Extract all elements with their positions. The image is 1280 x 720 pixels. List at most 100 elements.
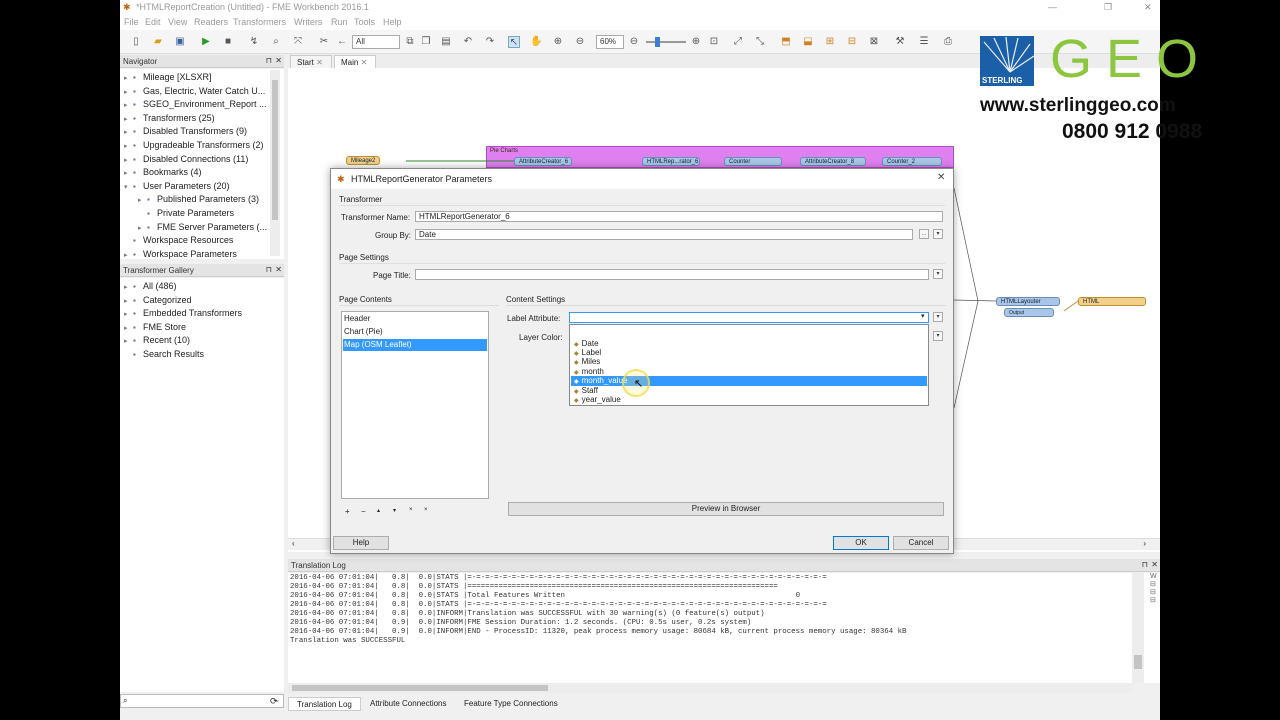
close-gallery-icon[interactable]: ✕ xyxy=(275,265,282,274)
run-icon[interactable]: ▶ xyxy=(200,36,212,48)
zoom-out-icon[interactable]: ⊖ xyxy=(574,36,586,48)
minimize-button[interactable]: — xyxy=(1048,2,1057,12)
move-up-button[interactable]: ▴ xyxy=(377,507,380,514)
dialog-close-icon[interactable]: ✕ xyxy=(937,172,945,183)
tab-attribute-connections[interactable]: Attribute Connections xyxy=(362,697,455,711)
tools-icon[interactable]: ⚒ xyxy=(894,36,906,48)
cancel-button[interactable]: Cancel xyxy=(893,536,949,550)
fit-icon[interactable]: ⊡ xyxy=(708,36,720,48)
add-item-button[interactable]: + xyxy=(345,507,350,516)
add-writer-icon[interactable]: ⬓ xyxy=(802,36,814,48)
navigator-item[interactable]: ▸ ▪ Published Parameters (3) xyxy=(138,194,259,204)
ok-button[interactable]: OK xyxy=(833,536,889,550)
navigator-item[interactable]: ▸ ▪ FME Server Parameters (... xyxy=(138,222,267,232)
log-hscrollbar[interactable] xyxy=(288,683,1132,693)
expand-arrow-icon[interactable]: ▸ xyxy=(124,156,133,164)
tab-start[interactable]: Start ✕ xyxy=(290,55,332,68)
menu-edit[interactable]: Edit xyxy=(145,17,161,27)
expand-arrow-icon[interactable]: ▸ xyxy=(138,224,147,232)
navigator-item[interactable]: ▪ Workspace Resources xyxy=(124,235,233,245)
transformer-name-field[interactable]: HTMLReportGenerator_6 xyxy=(415,211,943,222)
copy-icon[interactable]: ⧉ xyxy=(404,36,416,48)
print-icon[interactable]: ⎙ xyxy=(942,36,954,48)
menu-readers[interactable]: Readers xyxy=(194,17,228,27)
gallery-item[interactable]: ▸ ▪ All (486) xyxy=(124,281,177,291)
zoom-fit-icon[interactable]: ⤢ xyxy=(732,36,744,48)
navigator-item[interactable]: ▸ ▪ Gas, Electric, Water Catch U... xyxy=(124,86,265,96)
bookmark-icon[interactable]: ⊞ xyxy=(824,36,836,48)
translation-log[interactable]: 2016-04-06 07:01:04| 0.8| 0.0|STATS |=-=… xyxy=(288,573,1160,683)
save-icon[interactable]: ▣ xyxy=(174,36,186,48)
move-down-button[interactable]: ▾ xyxy=(393,507,396,514)
chevron-down-icon[interactable]: ▾ xyxy=(933,331,943,341)
zoom-slider-track[interactable] xyxy=(646,41,686,43)
preview-in-browser-button[interactable]: Preview in Browser xyxy=(508,502,944,516)
expand-arrow-icon[interactable]: ▸ xyxy=(124,101,133,109)
clear-items-button[interactable]: × xyxy=(424,507,428,513)
expand-arrow-icon[interactable]: ▸ xyxy=(124,297,133,305)
chevron-down-icon[interactable]: ▾ xyxy=(933,229,943,239)
delete-item-button[interactable]: × xyxy=(409,507,413,513)
redirect-icon[interactable]: ↯ xyxy=(248,36,260,48)
dropdown-option[interactable]: ◆ Miles xyxy=(571,357,927,367)
expand-arrow-icon[interactable]: ▸ xyxy=(124,324,133,332)
page-contents-list[interactable]: Header Chart (Pie) Map (OSM Leaflet) xyxy=(341,311,489,499)
chevron-down-icon[interactable]: ▾ xyxy=(921,312,925,320)
custom-transformer-icon[interactable]: ⊠ xyxy=(868,36,880,48)
zoom-minus-icon[interactable]: ⊖ xyxy=(628,36,640,48)
close-window-button[interactable]: ✕ xyxy=(1144,2,1152,13)
log-vscrollbar[interactable] xyxy=(1132,573,1144,683)
expand-arrow-icon[interactable]: ▸ xyxy=(124,169,133,177)
align-icon[interactable]: ☰ xyxy=(918,36,930,48)
expand-arrow-icon[interactable]: ▸ xyxy=(124,283,133,291)
zoom-plus-icon[interactable]: ⊕ xyxy=(690,36,702,48)
label-attribute-combo[interactable] xyxy=(569,312,929,323)
gallery-item[interactable]: ▸ ▪ Embedded Transformers xyxy=(124,308,242,318)
menu-writers[interactable]: Writers xyxy=(294,17,322,27)
pin-icon[interactable]: ⊓ xyxy=(266,56,272,65)
gallery-item[interactable]: ▸ ▪ Recent (10) xyxy=(124,335,190,345)
page-content-item[interactable]: Chart (Pie) xyxy=(343,326,487,338)
chevron-down-icon[interactable]: ▾ xyxy=(933,269,943,279)
duplicate-icon[interactable]: ❐ xyxy=(420,36,432,48)
pin-icon[interactable]: ⊓ xyxy=(266,265,272,274)
navigator-item[interactable]: ▾ ▪ User Parameters (20) xyxy=(124,181,230,191)
stop-icon[interactable]: ■ xyxy=(222,36,234,48)
expand-arrow-icon[interactable]: ▸ xyxy=(124,74,133,82)
tab-translation-log[interactable]: Translation Log xyxy=(288,697,361,711)
group-by-ellipsis-button[interactable]: ... xyxy=(919,229,929,239)
inspect-icon[interactable]: ⌕ xyxy=(270,36,282,48)
pan-icon[interactable]: ✋ xyxy=(530,36,542,48)
connect-icon[interactable]: ⤧ xyxy=(292,36,304,48)
zoom-combo[interactable]: 60% xyxy=(596,35,624,49)
menu-tools[interactable]: Tools xyxy=(354,17,375,27)
menu-view[interactable]: View xyxy=(168,17,187,27)
menu-help[interactable]: Help xyxy=(383,17,402,27)
expand-arrow-icon[interactable]: ▸ xyxy=(124,88,133,96)
menu-file[interactable]: File xyxy=(124,17,139,27)
expand-arrow-icon[interactable]: ▸ xyxy=(138,196,147,204)
restore-button[interactable]: ❐ xyxy=(1104,2,1112,13)
cut-icon[interactable]: ✂ xyxy=(318,36,330,48)
open-folder-icon[interactable]: ▰ xyxy=(152,36,164,48)
tab-main[interactable]: Main ✕ xyxy=(334,55,376,68)
navigator-item[interactable]: ▸ ▪ Bookmarks (4) xyxy=(124,167,202,177)
page-content-item[interactable]: Header xyxy=(343,313,487,325)
annotation-icon[interactable]: ⊟ xyxy=(846,36,858,48)
expand-arrow-icon[interactable]: ▸ xyxy=(124,142,133,150)
page-title-field[interactable] xyxy=(415,269,929,280)
navigator-item[interactable]: ▸ ▪ Transformers (25) xyxy=(124,113,215,123)
navigator-item[interactable]: ▸ ▪ Workspace Parameters xyxy=(124,249,237,259)
zoom-slider-handle[interactable] xyxy=(655,37,660,47)
new-file-icon[interactable]: ▯ xyxy=(130,36,142,48)
dropdown-option[interactable]: ◆ year_value xyxy=(571,395,927,405)
undo-icon[interactable]: ↶ xyxy=(462,36,474,48)
gallery-search-input[interactable] xyxy=(133,695,265,707)
expand-arrow-icon[interactable]: ▸ xyxy=(124,251,133,259)
paste-icon[interactable]: ▤ xyxy=(440,36,452,48)
filter-combo[interactable]: All xyxy=(352,35,400,49)
navigator-item[interactable]: ▪ Private Parameters xyxy=(138,208,234,218)
expand-arrow-icon[interactable]: ▸ xyxy=(124,337,133,345)
redo-icon[interactable]: ↷ xyxy=(484,36,496,48)
zoom-selection-icon[interactable]: ⤡ xyxy=(754,36,766,48)
